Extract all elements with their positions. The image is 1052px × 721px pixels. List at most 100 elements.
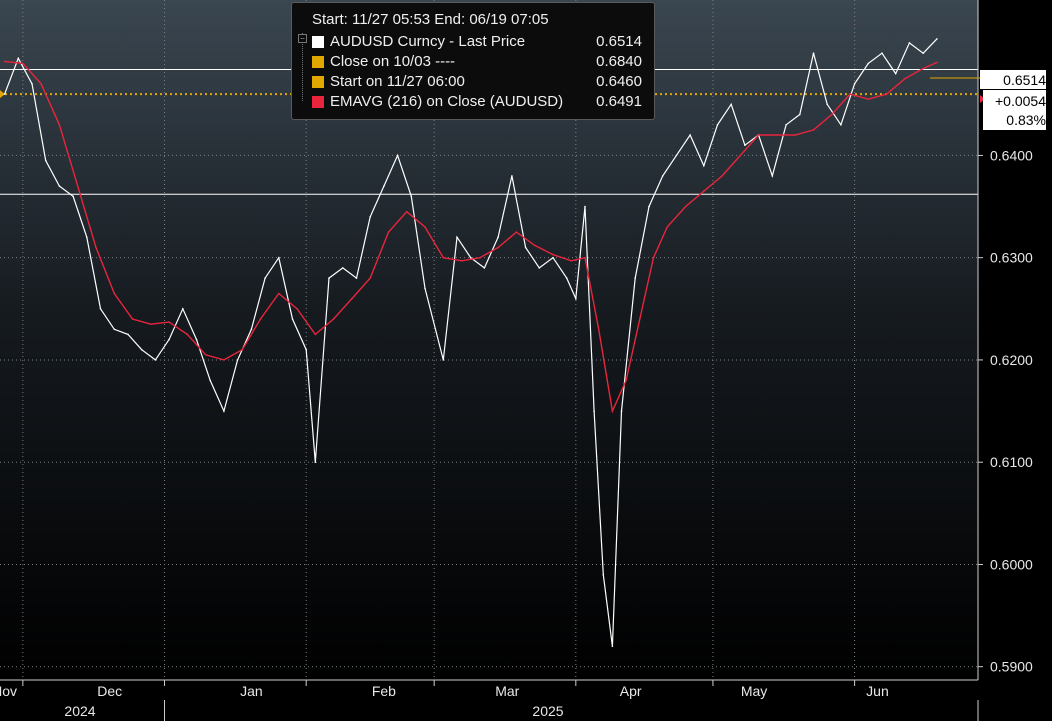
data-point-ema [625,379,627,382]
legend-swatch [312,56,324,68]
data-point-ema [314,333,317,336]
data-point-ema [533,244,536,247]
legend-swatch [312,76,324,88]
last-price-label: 0.6514 [1003,72,1046,88]
data-point-price [483,267,486,269]
legend-swatch [312,96,324,108]
data-point-ema [442,256,445,259]
data-point-price [620,410,623,412]
data-point-price [17,57,20,60]
data-point-price [584,205,586,208]
data-point-ema [867,98,870,100]
data-point-ema [831,113,833,116]
legend-value: 0.6514 [596,33,642,50]
data-point-price [922,52,924,54]
data-point-price [575,297,577,300]
data-point-ema [794,134,796,136]
data-point-ema [904,77,906,80]
data-point-ema [922,67,924,70]
data-point-price [840,124,842,126]
data-point-price [826,103,828,106]
data-point-price [314,461,317,464]
data-point-price [602,573,605,576]
x-tick-label: May [741,683,767,699]
legend-swatch [312,36,324,48]
data-point-ema [460,260,463,262]
data-point-price [799,113,801,116]
x-axis: Nov Dec Jan Feb Mar Apr May Jun [0,680,889,699]
legend-row-start: Start on 11/27 06:00 0.6460 [312,73,650,92]
data-point-ema [936,61,938,64]
x-tick-label: Jun [866,683,889,699]
data-point-price [3,93,6,95]
data-point-price [634,277,636,279]
data-point-ema [684,205,687,208]
data-point-ema [611,410,614,412]
data-point-price [730,103,732,106]
legend-tree-line [302,33,304,101]
data-point-ema [739,154,742,157]
data-point-ema [666,226,668,228]
data-point-ema [259,318,262,320]
data-point-price [44,159,47,162]
data-point-price [538,267,541,269]
data-point-ema [168,321,170,323]
data-point-price [223,410,225,412]
data-point-ema [639,318,641,320]
data-point-price [86,236,88,238]
data-point-ema [150,323,152,326]
data-point-ema [849,93,851,95]
data-point-price [511,175,513,177]
data-point-ema [278,292,280,295]
legend-label: Start on 11/27 06:00 [330,73,465,90]
data-point-price [611,645,614,648]
x-tick-label: Mar [495,683,519,699]
y-tick-label: 0.5900 [990,659,1033,675]
data-point-ema [76,185,79,187]
data-point-ema [113,292,116,295]
data-point-price [305,348,308,351]
data-point-price [72,195,74,198]
data-point-ema [332,318,335,320]
data-point-price [410,195,413,198]
data-point-price [524,246,527,249]
data-point-ema [812,129,815,131]
data-point-price [396,154,399,157]
data-point-price [867,62,870,65]
year-label: 2024 [64,703,95,719]
data-point-price [661,175,664,177]
data-point-ema [405,210,408,213]
legend-value: 0.6840 [596,53,642,70]
data-point-price [771,175,774,177]
data-point-price [209,379,211,382]
data-point-price [31,83,33,85]
data-point-price [894,72,897,75]
y-tick-label: 0.6000 [990,556,1033,572]
data-point-ema [131,318,134,320]
legend-row-close: Close on 10/03 ---- 0.6840 [312,53,650,72]
data-point-ema [703,190,705,192]
data-point-price [812,52,815,54]
data-point-price [716,124,719,126]
data-point-ema [351,297,353,300]
data-point-ema [241,348,243,351]
data-point-price [469,256,472,259]
data-point-price [168,338,170,341]
y-tick-label: 0.6300 [990,250,1033,266]
data-point-price [936,38,938,40]
data-point-ema [757,134,760,136]
data-point-price [497,236,499,238]
legend-row-price: AUDUSD Curncy - Last Price 0.6514 [312,33,650,52]
data-point-price [140,348,143,351]
y-tick-label: 0.6200 [990,352,1033,368]
collapse-icon[interactable]: − [298,34,307,43]
data-point-ema [58,124,61,126]
legend-label: AUDUSD Curncy - Last Price [330,33,526,50]
data-point-price [744,144,746,146]
y-tick-label: 0.6400 [990,147,1033,163]
y-axis: 0.5900 0.6000 0.6100 0.6200 0.6300 0.6400 [978,147,1033,675]
data-point-price [195,338,198,341]
data-point-ema [3,60,6,63]
data-point-price [424,287,426,290]
legend-value: 0.6491 [596,93,642,110]
